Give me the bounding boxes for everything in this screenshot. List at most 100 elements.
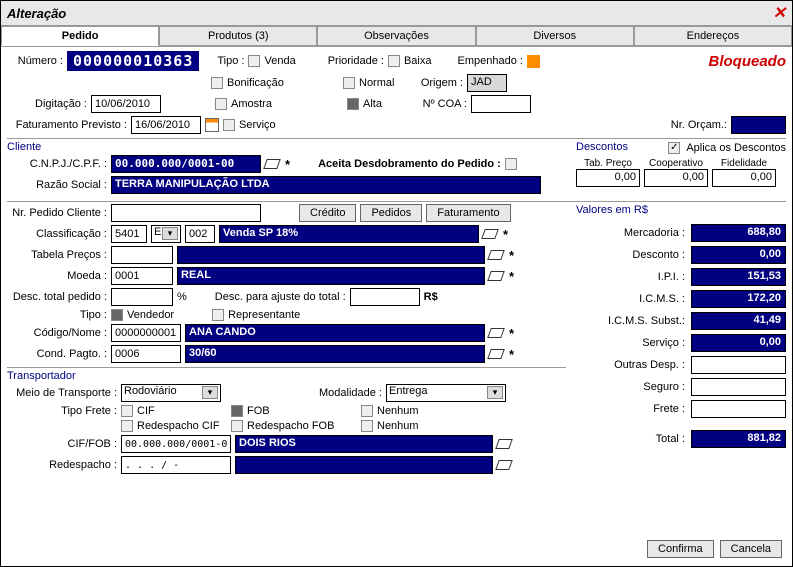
- nenhum1-check[interactable]: [361, 405, 373, 417]
- nrcliente-label: Nr. Pedido Cliente :: [7, 207, 107, 219]
- modal-select[interactable]: Entrega: [386, 384, 506, 402]
- aceita-check[interactable]: [505, 158, 517, 170]
- tabprecos-input[interactable]: [111, 246, 173, 264]
- cancela-button[interactable]: Cancela: [720, 540, 782, 558]
- digitacao-input[interactable]: [91, 95, 161, 113]
- eraser-icon[interactable]: [489, 248, 505, 262]
- tipo-venda-text: Venda: [264, 55, 295, 67]
- eraser-icon[interactable]: [497, 437, 513, 451]
- tab-pedido[interactable]: Pedido: [1, 26, 159, 46]
- tipo-bonif-text: Bonificação: [227, 77, 297, 89]
- numero-label: Número :: [7, 55, 63, 67]
- prio-alta-check[interactable]: [347, 98, 359, 110]
- eraser-icon[interactable]: [483, 227, 499, 241]
- tab-enderecos[interactable]: Endereços: [634, 26, 792, 46]
- rs-label: R$: [424, 291, 438, 303]
- classific2-select[interactable]: E: [151, 225, 181, 243]
- redfob-check[interactable]: [231, 420, 243, 432]
- cif-check[interactable]: [121, 405, 133, 417]
- razao-label: Razão Social :: [7, 179, 107, 191]
- redesp-label: Redespacho :: [7, 459, 117, 471]
- transp-section: Transportador: [7, 370, 566, 382]
- credito-button[interactable]: Crédito: [299, 204, 356, 222]
- cod-input[interactable]: [111, 324, 181, 342]
- seguro-input[interactable]: [691, 378, 786, 396]
- prio-alta-text: Alta: [363, 98, 413, 110]
- ncoa-label: Nº COA :: [417, 98, 467, 110]
- tab-observacoes[interactable]: Observações: [317, 26, 475, 46]
- redcif-check[interactable]: [121, 420, 133, 432]
- ncoa-input[interactable]: [471, 95, 531, 113]
- nrorcam-value: [731, 116, 786, 134]
- eraser-icon[interactable]: [489, 347, 505, 361]
- tipo-amostra-check[interactable]: [215, 98, 227, 110]
- eraser-icon[interactable]: [489, 269, 505, 283]
- outras-l: Outras Desp. :: [614, 359, 685, 371]
- desctotal-label: Desc. total pedido :: [7, 291, 107, 303]
- descajuste-input[interactable]: [350, 288, 420, 306]
- representante-text: Representante: [228, 309, 300, 321]
- faturamento-button[interactable]: Faturamento: [426, 204, 510, 222]
- tab-produtos[interactable]: Produtos (3): [159, 26, 317, 46]
- aplica-descontos-check[interactable]: [668, 142, 680, 154]
- pct-label: %: [177, 291, 187, 303]
- classific1-input[interactable]: [111, 225, 147, 243]
- seguro-l: Seguro :: [643, 381, 685, 393]
- fatprev-input[interactable]: [131, 116, 201, 134]
- eraser-icon[interactable]: [265, 157, 281, 171]
- condcod-input[interactable]: [111, 345, 181, 363]
- nrcliente-input[interactable]: [111, 204, 261, 222]
- eraser-icon[interactable]: [497, 458, 513, 472]
- tipo-venda-check[interactable]: [248, 55, 260, 67]
- empenhado-indicator: [527, 55, 540, 68]
- conddesc: 30/60: [185, 345, 485, 363]
- pedidos-button[interactable]: Pedidos: [360, 204, 422, 222]
- desc-tabpreco-v[interactable]: 0,00: [576, 169, 640, 187]
- tipo-servico-check[interactable]: [223, 119, 235, 131]
- frete-l: Frete :: [653, 403, 685, 415]
- close-icon[interactable]: ✕: [773, 3, 786, 23]
- meio-label: Meio de Transporte :: [7, 387, 117, 399]
- fob-check[interactable]: [231, 405, 243, 417]
- vendedor-check[interactable]: [111, 309, 123, 321]
- tabprecos-label: Tabela Preços :: [7, 249, 107, 261]
- razao-value[interactable]: TERRA MANIPULAÇÃO LTDA: [111, 176, 541, 194]
- classific-desc: Venda SP 18%: [219, 225, 479, 243]
- nenhum2-check[interactable]: [361, 420, 373, 432]
- window-title: Alteração: [7, 6, 66, 21]
- meio-select[interactable]: Rodoviário: [121, 384, 221, 402]
- desc-coop-h: Cooperativo: [644, 158, 708, 169]
- ciffob-cnpj-input[interactable]: [121, 435, 231, 453]
- mercadoria-v: 688,80: [691, 224, 786, 242]
- redesp-cnpj-input[interactable]: [121, 456, 231, 474]
- eraser-icon[interactable]: [489, 326, 505, 340]
- frete-input[interactable]: [691, 400, 786, 418]
- codnome-label: Código/Nome :: [7, 327, 107, 339]
- prio-normal-check[interactable]: [343, 77, 355, 89]
- origem-value: JAD: [467, 74, 507, 92]
- icmssubst-l: I.C.M.S. Subst.:: [608, 315, 685, 327]
- confirma-button[interactable]: Confirma: [647, 540, 714, 558]
- cnpj-label: C.N.P.J./C.P.F. :: [7, 158, 107, 170]
- tabs-bar: Pedido Produtos (3) Observações Diversos…: [1, 26, 792, 47]
- cif-text: CIF: [137, 405, 227, 417]
- prioridade-label: Prioridade :: [328, 55, 384, 67]
- modal-label: Modalidade :: [319, 387, 382, 399]
- tab-diversos[interactable]: Diversos: [476, 26, 634, 46]
- classific3-input[interactable]: [185, 225, 215, 243]
- outras-input[interactable]: [691, 356, 786, 374]
- representante-check[interactable]: [212, 309, 224, 321]
- nenhum1-text: Nenhum: [377, 405, 419, 417]
- tipofrete-label: Tipo Frete :: [7, 405, 117, 417]
- calendar-icon[interactable]: [205, 118, 219, 132]
- moeda-input[interactable]: [111, 267, 173, 285]
- cnpj-value[interactable]: 00.000.000/0001-00: [111, 155, 261, 173]
- desc-coop-v[interactable]: 0,00: [644, 169, 708, 187]
- desc-fidel-v[interactable]: 0,00: [712, 169, 776, 187]
- prio-baixa-check[interactable]: [388, 55, 400, 67]
- moeda-desc: REAL: [177, 267, 485, 285]
- desctotal-input[interactable]: [111, 288, 173, 306]
- ipi-v: 151,53: [691, 268, 786, 286]
- tipo-bonif-check[interactable]: [211, 77, 223, 89]
- cliente-section: Cliente: [7, 141, 566, 153]
